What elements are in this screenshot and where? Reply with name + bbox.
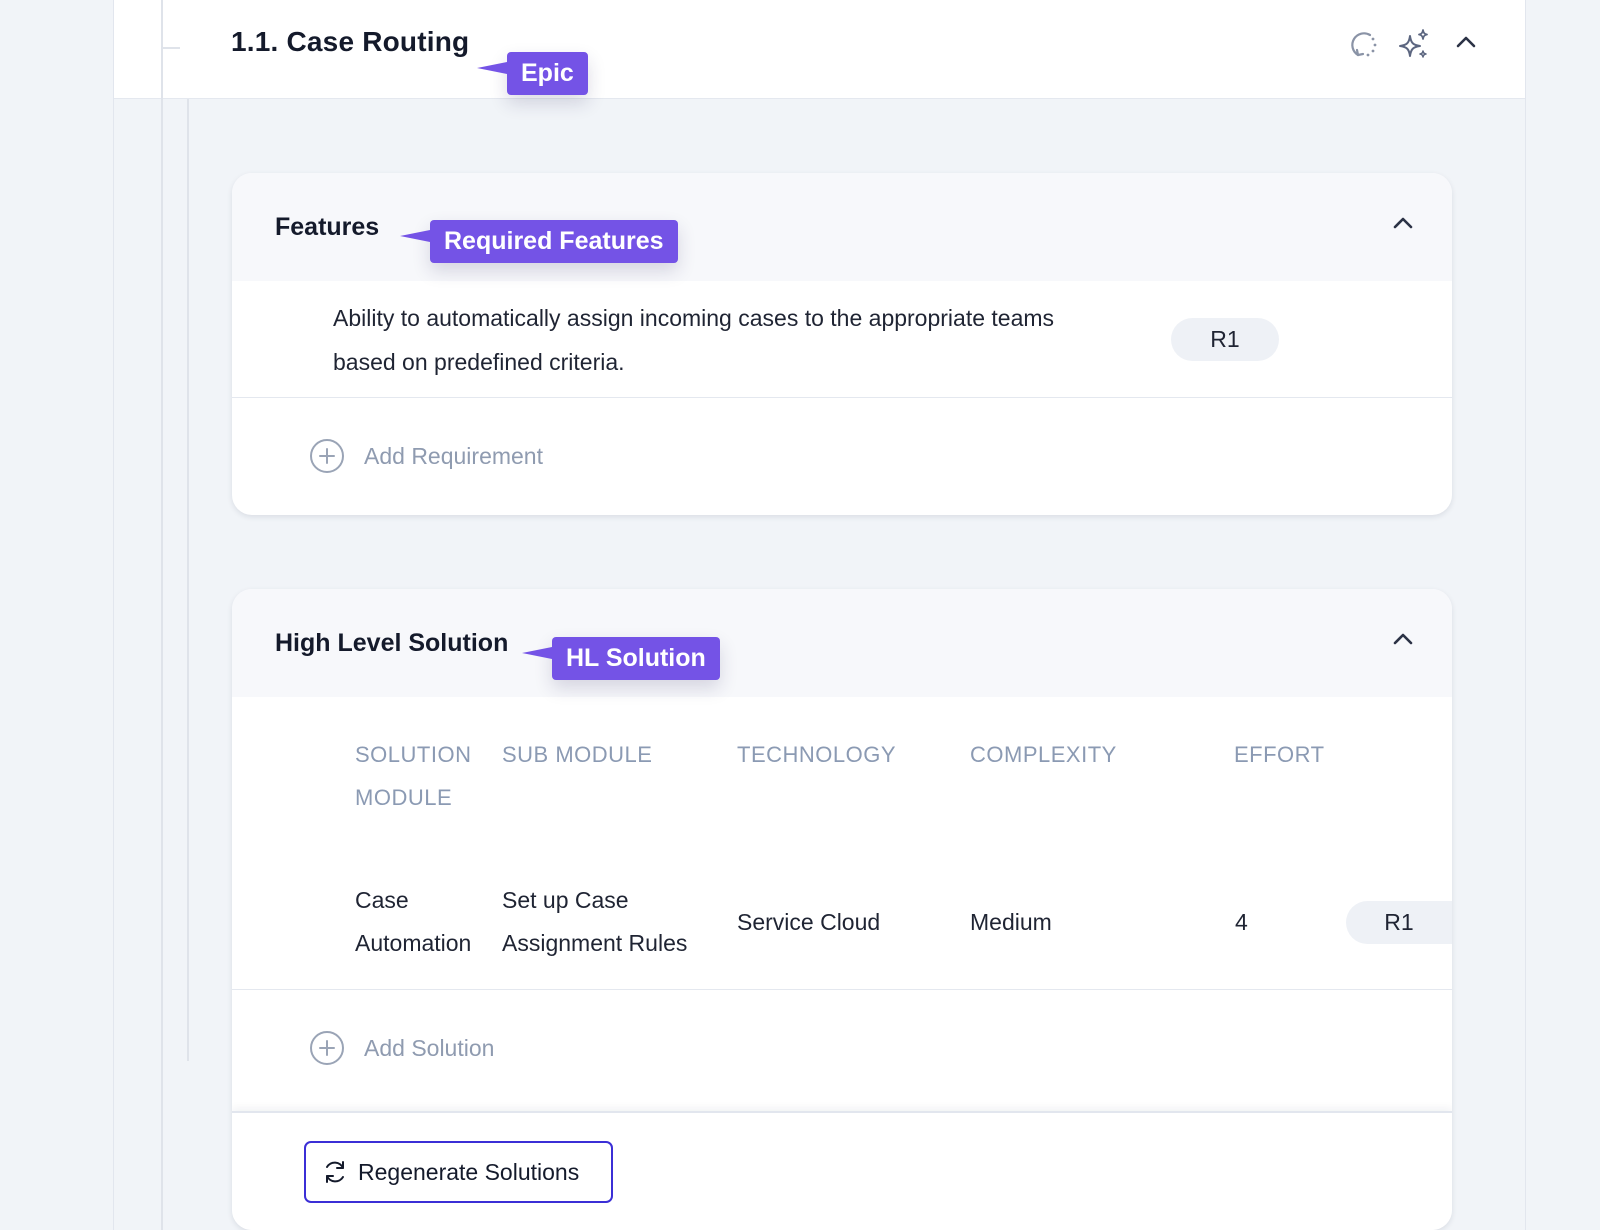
add-requirement-label: Add Requirement <box>364 442 543 469</box>
solution-card-footer: Regenerate Solutions <box>232 1111 1452 1230</box>
tree-connector <box>161 47 180 49</box>
cell-module-line1: Case <box>355 887 409 913</box>
solution-release-badge[interactable]: R1 <box>1346 901 1452 944</box>
cell-complexity: Medium <box>970 909 1052 935</box>
epic-panel: 1.1. Case Routing Epic Features Ability … <box>113 0 1526 1230</box>
features-title: Features <box>275 213 380 241</box>
requirement-text[interactable]: Ability to automatically assign incoming… <box>333 296 1093 384</box>
required-features-tag: Required Features <box>400 220 678 263</box>
divider <box>232 989 1452 990</box>
solution-collapse-chevron-up-icon[interactable] <box>1389 625 1417 653</box>
header-technology: TECHNOLOGY <box>737 742 897 767</box>
plus-circle-icon <box>310 1031 344 1065</box>
header-sub-module: SUB MODULE <box>502 742 653 767</box>
features-card-header[interactable]: Features <box>232 173 1452 281</box>
sparkle-icon[interactable] <box>1397 28 1431 62</box>
solution-card-header[interactable]: High Level Solution <box>232 589 1452 697</box>
add-solution-label: Add Solution <box>364 1034 495 1061</box>
epic-title: 1.1. Case Routing <box>231 26 470 57</box>
high-level-solution-card: High Level Solution SOLUTION MODULE SUB … <box>232 589 1452 1230</box>
tree-line-inner <box>187 99 189 1061</box>
refresh-icon <box>326 1161 344 1183</box>
epic-header: 1.1. Case Routing Epic <box>114 0 1525 99</box>
cell-effort: 4 <box>1235 909 1248 935</box>
regenerate-solutions-label: Regenerate Solutions <box>358 1158 580 1185</box>
features-card: Features Ability to automatically assign… <box>232 173 1452 515</box>
header-solution-module-line2: MODULE <box>355 785 453 810</box>
add-solution-button[interactable]: Add Solution <box>309 1030 494 1066</box>
epic-collapse-chevron-up-icon[interactable] <box>1452 28 1480 56</box>
refresh-dotted-icon[interactable] <box>1346 28 1380 62</box>
epic-tag: Epic <box>477 52 588 95</box>
requirement-release-badge[interactable]: R1 <box>1171 318 1279 361</box>
features-collapse-chevron-up-icon[interactable] <box>1389 209 1417 237</box>
solution-title: High Level Solution <box>275 629 509 657</box>
regenerate-solutions-button[interactable]: Regenerate Solutions <box>304 1141 613 1203</box>
header-effort: EFFORT <box>1234 742 1325 767</box>
header-complexity: COMPLEXITY <box>970 742 1117 767</box>
cell-sub-module-line2: Assignment Rules <box>502 930 688 956</box>
divider <box>232 397 1452 398</box>
cell-sub-module-line1: Set up Case <box>502 887 629 913</box>
hl-solution-tag: HL Solution <box>522 637 720 680</box>
add-requirement-button[interactable]: Add Requirement <box>309 438 543 474</box>
cell-technology: Service Cloud <box>737 909 881 935</box>
plus-circle-icon <box>310 439 344 473</box>
header-solution-module-line1: SOLUTION <box>355 742 472 767</box>
cell-module-line2: Automation <box>355 930 472 956</box>
tree-line <box>161 0 163 1230</box>
